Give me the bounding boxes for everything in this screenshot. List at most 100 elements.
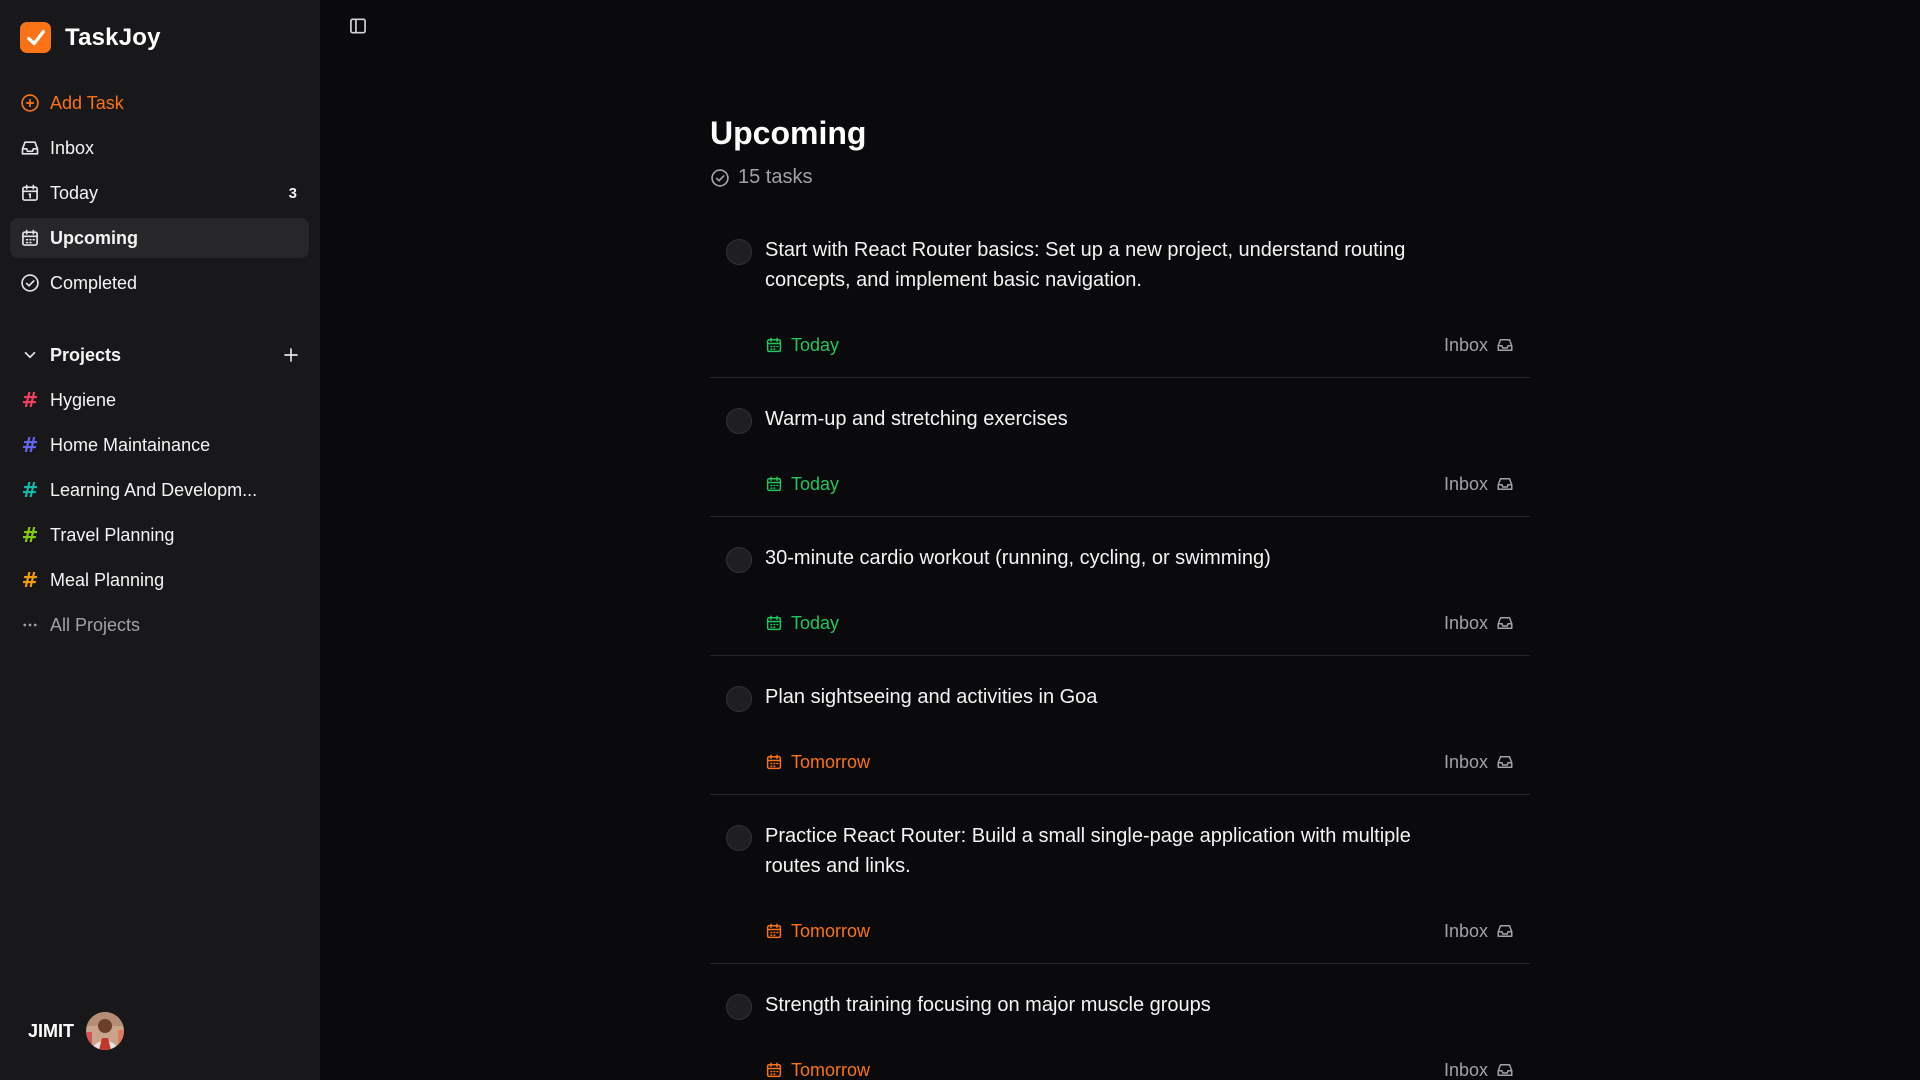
task-meta: Today Inbox	[765, 611, 1530, 635]
sidebar-item-upcoming[interactable]: Upcoming	[10, 218, 309, 258]
due-date[interactable]: Tomorrow	[765, 1060, 870, 1080]
taskjoy-logo-icon	[20, 22, 51, 53]
sidebar: TaskJoy Add Task Inbox Today 3 Upcoming …	[0, 0, 320, 1080]
task-title[interactable]: Practice React Router: Build a small sin…	[765, 821, 1460, 881]
due-date[interactable]: Today	[765, 474, 839, 495]
project-item-home-maintainance[interactable]: # Home Maintainance	[10, 425, 309, 465]
due-date[interactable]: Today	[765, 613, 839, 634]
due-date-label: Today	[791, 473, 840, 494]
project-item-travel-planning[interactable]: # Travel Planning	[10, 515, 309, 555]
task-title[interactable]: Start with React Router basics: Set up a…	[765, 235, 1460, 295]
inbox-icon	[1497, 756, 1513, 768]
task-item[interactable]: Warm-up and stretching exercises Today I…	[710, 378, 1530, 517]
project-item-learning[interactable]: # Learning And Developm...	[10, 470, 309, 510]
calendar-day-icon	[20, 183, 40, 203]
all-projects-link[interactable]: All Projects	[10, 605, 309, 645]
projects-toggle[interactable]: Projects	[10, 335, 309, 375]
avatar[interactable]	[86, 1012, 125, 1050]
task-item[interactable]: Practice React Router: Build a small sin…	[710, 795, 1530, 964]
due-date-label: Today	[791, 612, 840, 633]
add-task-button[interactable]: Add Task	[10, 83, 309, 123]
project-tag-label: Inbox	[1443, 751, 1488, 772]
task-item[interactable]: Strength training focusing on major musc…	[710, 964, 1530, 1080]
inbox-icon	[1497, 617, 1513, 629]
project-label: Travel Planning	[50, 524, 175, 545]
hash-icon: #	[21, 523, 39, 547]
task-complete-checkbox[interactable]	[726, 408, 752, 434]
calendar-icon	[766, 754, 782, 770]
task-item[interactable]: Plan sightseeing and activities in Goa T…	[710, 656, 1530, 795]
calendar-icon	[766, 1062, 782, 1078]
today-count-badge: 3	[288, 184, 297, 202]
plus-circle-icon	[20, 93, 40, 113]
sidebar-item-today[interactable]: Today 3	[10, 173, 309, 213]
due-date-label: Tomorrow	[791, 920, 871, 941]
sidebar-panel-icon	[350, 18, 366, 34]
task-count-label: 15 tasks	[738, 166, 813, 188]
project-tag-label: Inbox	[1443, 473, 1488, 494]
task-complete-checkbox[interactable]	[726, 994, 752, 1020]
project-tag-label: Inbox	[1443, 1059, 1488, 1080]
sidebar-item-label: Upcoming	[50, 227, 138, 248]
task-project-tag[interactable]: Inbox	[1444, 921, 1514, 942]
toggle-sidebar-button[interactable]	[348, 16, 368, 36]
project-label: Home Maintainance	[50, 434, 211, 455]
projects-section: Projects # Hygiene # Home Maintainance #…	[10, 335, 309, 645]
sidebar-item-label: Completed	[50, 272, 138, 293]
inbox-icon	[1497, 339, 1513, 351]
project-tag-label: Inbox	[1443, 612, 1488, 633]
due-date-label: Today	[791, 334, 840, 355]
project-item-hygiene[interactable]: # Hygiene	[10, 380, 309, 420]
task-title[interactable]: Strength training focusing on major musc…	[765, 990, 1460, 1020]
main-content: Upcoming 15 tasks Start with React Route…	[710, 115, 1530, 1080]
task-complete-checkbox[interactable]	[726, 547, 752, 573]
inbox-icon	[20, 138, 40, 158]
hash-icon: #	[21, 433, 39, 457]
due-date[interactable]: Today	[765, 335, 839, 356]
task-item[interactable]: 30-minute cardio workout (running, cycli…	[710, 517, 1530, 656]
projects-header-label: Projects	[50, 344, 122, 365]
task-title[interactable]: Plan sightseeing and activities in Goa	[765, 682, 1460, 712]
task-meta: Today Inbox	[765, 472, 1530, 496]
app-name: TaskJoy	[65, 23, 161, 51]
calendar-icon	[20, 228, 40, 248]
task-title[interactable]: Warm-up and stretching exercises	[765, 404, 1460, 434]
hash-icon: #	[21, 568, 39, 592]
project-tag-label: Inbox	[1443, 920, 1488, 941]
check-circle-icon	[711, 168, 729, 187]
task-project-tag[interactable]: Inbox	[1444, 613, 1514, 634]
calendar-icon	[766, 923, 782, 939]
task-complete-checkbox[interactable]	[726, 239, 752, 265]
user-profile[interactable]: JIMIT	[28, 1012, 125, 1050]
hash-icon: #	[21, 388, 39, 412]
project-label: Learning And Developm...	[50, 479, 258, 500]
sidebar-item-inbox[interactable]: Inbox	[10, 128, 309, 168]
due-date[interactable]: Tomorrow	[765, 752, 870, 773]
sidebar-item-completed[interactable]: Completed	[10, 263, 309, 303]
task-project-tag[interactable]: Inbox	[1444, 1060, 1514, 1080]
main-nav: Add Task Inbox Today 3 Upcoming Complete…	[10, 83, 309, 308]
due-date[interactable]: Tomorrow	[765, 921, 870, 942]
inbox-icon	[1497, 478, 1513, 490]
calendar-icon	[766, 337, 782, 353]
calendar-icon	[766, 476, 782, 492]
task-meta: Today Inbox	[765, 333, 1530, 357]
project-label: Meal Planning	[50, 569, 165, 590]
inbox-icon	[1497, 1064, 1513, 1076]
plus-icon	[284, 348, 298, 362]
task-complete-checkbox[interactable]	[726, 825, 752, 851]
task-item[interactable]: Start with React Router basics: Set up a…	[710, 209, 1530, 378]
add-task-label: Add Task	[50, 92, 124, 113]
add-project-button[interactable]	[281, 345, 301, 365]
task-project-tag[interactable]: Inbox	[1444, 335, 1514, 356]
project-item-meal-planning[interactable]: # Meal Planning	[10, 560, 309, 600]
brand[interactable]: TaskJoy	[20, 22, 161, 53]
hash-icon: #	[21, 478, 39, 502]
task-project-tag[interactable]: Inbox	[1444, 474, 1514, 495]
task-title[interactable]: 30-minute cardio workout (running, cycli…	[765, 543, 1460, 573]
page-title: Upcoming	[710, 115, 867, 151]
task-project-tag[interactable]: Inbox	[1444, 752, 1514, 773]
task-complete-checkbox[interactable]	[726, 686, 752, 712]
chevron-down-icon	[20, 345, 40, 365]
task-list: Start with React Router basics: Set up a…	[710, 209, 1530, 1080]
